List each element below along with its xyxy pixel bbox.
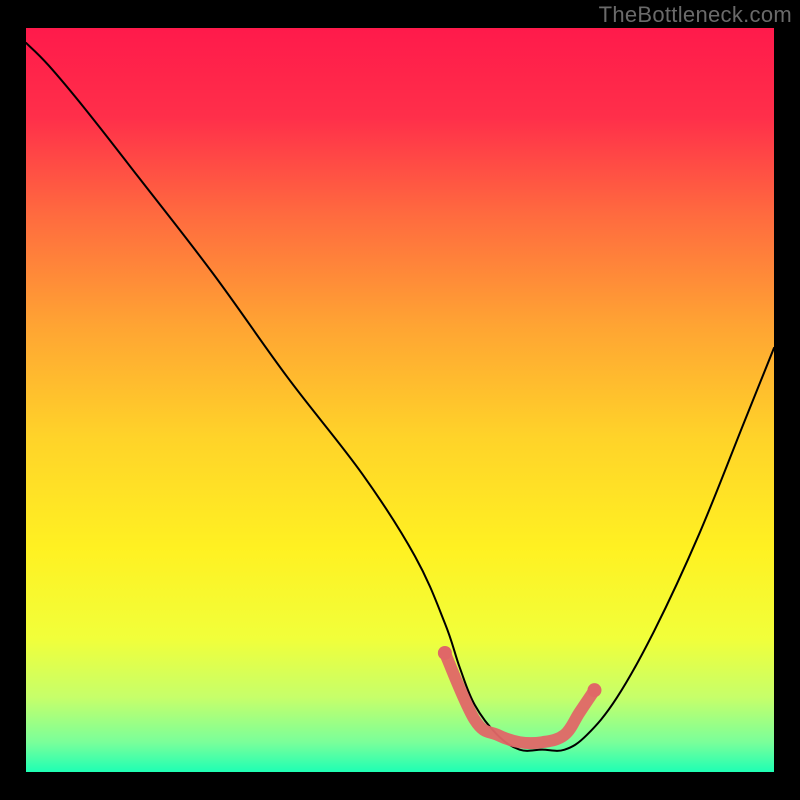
watermark-text: TheBottleneck.com (599, 2, 792, 28)
accent-dot-0 (438, 646, 452, 660)
chart-background (26, 28, 774, 772)
stage: TheBottleneck.com (0, 0, 800, 800)
accent-dot-1 (587, 683, 601, 697)
chart-plot (26, 28, 774, 772)
chart-svg (26, 28, 774, 772)
